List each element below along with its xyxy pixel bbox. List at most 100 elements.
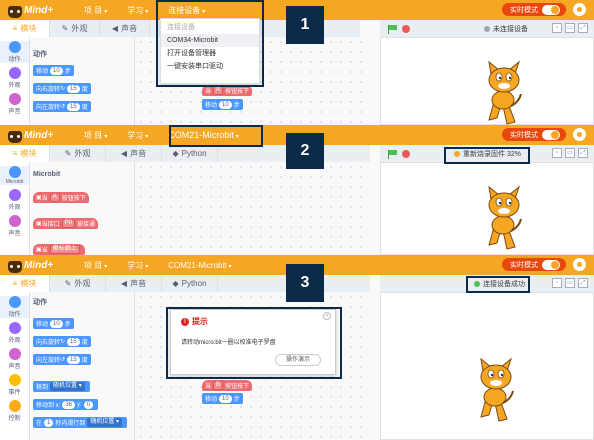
gear-icon[interactable] — [573, 258, 586, 271]
small-stage-icon[interactable]: ▫ — [552, 278, 562, 288]
block-turn-right[interactable]: 向右旋转 ↻ 15 度 — [33, 336, 91, 347]
block-move[interactable]: 移动 10 步 — [33, 318, 74, 329]
block-move[interactable]: 移动 10 步 — [202, 393, 243, 404]
tab-costumes[interactable]: ✎ 外观 — [50, 145, 106, 162]
category-control[interactable]: 控制 — [0, 400, 29, 422]
block-when-button-pressed[interactable]: 当 B 按钮按下 — [202, 380, 253, 391]
block-when-button-pressed[interactable]: ▣ 当 A 按钮按下 — [33, 192, 89, 203]
menu-project[interactable]: 项 目 ▾ — [80, 258, 111, 273]
menu-connected-device[interactable]: COM21-Microbit ▾ — [164, 259, 235, 272]
block-glide[interactable]: 在 1 秒内滑行到 随机位置 ▾ — [33, 417, 128, 428]
stop-icon[interactable] — [402, 24, 410, 33]
tab-sounds[interactable]: ◀ 声音 — [106, 145, 162, 162]
category-sound[interactable]: 声音 — [0, 93, 29, 115]
category-looks[interactable]: 外观 — [0, 67, 29, 89]
tab-python[interactable]: ◆ Python — [162, 145, 218, 162]
tab-python[interactable]: ◆ Python — [162, 275, 218, 292]
stage[interactable] — [380, 292, 594, 440]
realtime-mode-button[interactable]: 实时模式 — [502, 3, 566, 16]
block-text: 按钮按下 — [225, 384, 250, 390]
large-stage-icon[interactable]: ▭ — [565, 23, 575, 33]
gear-icon[interactable] — [573, 128, 586, 141]
tab-blocks[interactable]: ≡ 模块 — [0, 20, 50, 37]
block-when-pin-connected[interactable]: ▣ 当接口 P0 被接通 — [33, 218, 99, 229]
block-input[interactable]: 15 — [67, 337, 80, 346]
block-dropdown[interactable]: A — [49, 193, 60, 202]
block-input[interactable]: 10 — [219, 394, 232, 403]
scratch-cat-sprite[interactable] — [477, 357, 517, 423]
gear-icon[interactable] — [573, 3, 586, 16]
realtime-mode[interactable]: 实时模式 — [502, 258, 566, 271]
tab-blocks[interactable]: ≡ 模块 — [0, 275, 50, 292]
realtime-toggle[interactable] — [542, 129, 560, 140]
stage[interactable] — [380, 37, 594, 125]
block-input[interactable]: 1 — [44, 418, 54, 427]
block-input[interactable]: 10 — [50, 319, 63, 328]
stop-icon[interactable] — [402, 149, 410, 158]
realtime-mode-button[interactable]: 实时模式 — [502, 128, 566, 141]
realtime-mode-button[interactable]: 实时模式 — [502, 258, 566, 271]
tab-sounds[interactable]: ◀ 声音 — [106, 275, 162, 292]
block-move[interactable]: 移动 10 步 — [202, 99, 243, 110]
fullscreen-icon[interactable]: ⤢ — [578, 23, 588, 33]
realtime-mode[interactable]: 实时模式 — [502, 3, 566, 16]
block-input[interactable]: 0 — [83, 400, 94, 409]
tab-blocks[interactable]: ≡ 模块 — [0, 145, 50, 162]
category-sound[interactable]: 声音 — [0, 348, 29, 370]
block-go-to[interactable]: 移到 随机位置 ▾ — [33, 381, 90, 392]
block-turn-left[interactable]: 向左旋转 ↺ 15 度 — [33, 354, 91, 365]
block-turn-left[interactable]: 向左旋转 ↺ 15 度 — [33, 101, 91, 112]
small-stage-icon[interactable]: ▫ — [552, 23, 562, 33]
caret-down-icon: ▾ — [104, 263, 108, 270]
block-move[interactable]: 移动 10 步 — [33, 65, 74, 76]
block-input[interactable]: 10 — [50, 66, 63, 75]
tab-sounds[interactable]: ◀ 声音 — [100, 20, 150, 37]
speaker-icon: ◀ — [111, 24, 119, 33]
block-input[interactable]: 15 — [67, 102, 80, 111]
fullscreen-icon[interactable]: ⤢ — [578, 148, 588, 158]
menu-learn[interactable]: 学习 ▾ — [123, 258, 152, 273]
category-motion[interactable]: 动作 — [0, 41, 29, 63]
blocks-icon: ≡ — [12, 149, 18, 158]
green-flag-icon[interactable] — [388, 149, 397, 159]
menu-learn[interactable]: 学习 ▾ — [123, 128, 152, 143]
category-sound[interactable]: 声音 — [0, 215, 29, 237]
block-dropdown[interactable]: 随机位置 ▾ — [50, 382, 85, 391]
block-when-gesture[interactable]: ▣ 当徽标朝上 — [33, 244, 85, 255]
block-dropdown[interactable]: P0 — [61, 219, 76, 228]
realtime-toggle[interactable] — [542, 4, 560, 15]
fullscreen-icon[interactable]: ⤢ — [578, 278, 588, 288]
logo-icon — [8, 6, 22, 18]
small-stage-icon[interactable]: ▫ — [552, 148, 562, 158]
category-dot — [8, 374, 21, 386]
category-events[interactable]: 事件 — [0, 374, 29, 396]
block-dropdown[interactable]: A — [213, 86, 224, 95]
menu-project[interactable]: 项 目 ▾ — [80, 3, 111, 18]
block-input[interactable]: 36 — [62, 400, 76, 409]
tab-costumes[interactable]: ✎ 外观 — [50, 275, 106, 292]
scratch-cat-sprite[interactable] — [485, 60, 525, 125]
realtime-mode[interactable]: 实时模式 — [502, 128, 566, 141]
tab-costumes[interactable]: ✎ 外观 — [50, 20, 100, 37]
block-dropdown[interactable]: 徽标朝上 — [49, 245, 80, 254]
block-go-to-xy[interactable]: 移动到 x: 36 y: 0 — [33, 399, 99, 410]
realtime-toggle[interactable] — [542, 259, 560, 270]
block-input[interactable]: 15 — [67, 84, 80, 93]
stage[interactable] — [380, 162, 594, 255]
block-input[interactable]: 15 — [67, 355, 80, 364]
script-workspace[interactable] — [136, 162, 370, 255]
category-looks[interactable]: 外观 — [0, 189, 29, 211]
large-stage-icon[interactable]: ▭ — [565, 278, 575, 288]
large-stage-icon[interactable]: ▭ — [565, 148, 575, 158]
block-dropdown[interactable]: 随机位置 ▾ — [87, 418, 123, 427]
block-turn-right[interactable]: 向右旋转 ↻ 15 度 — [33, 83, 91, 94]
block-dropdown[interactable]: B — [213, 381, 224, 390]
menu-project[interactable]: 项 目 ▾ — [80, 128, 111, 143]
menu-learn[interactable]: 学习 ▾ — [123, 3, 152, 18]
block-input[interactable]: 10 — [219, 100, 232, 109]
category-looks[interactable]: 外观 — [0, 322, 29, 344]
scratch-cat-sprite[interactable] — [485, 185, 525, 251]
green-flag-icon[interactable] — [388, 24, 397, 34]
category-motion[interactable]: 动作 — [0, 296, 29, 318]
category-microbit[interactable]: Microbit — [0, 166, 29, 185]
